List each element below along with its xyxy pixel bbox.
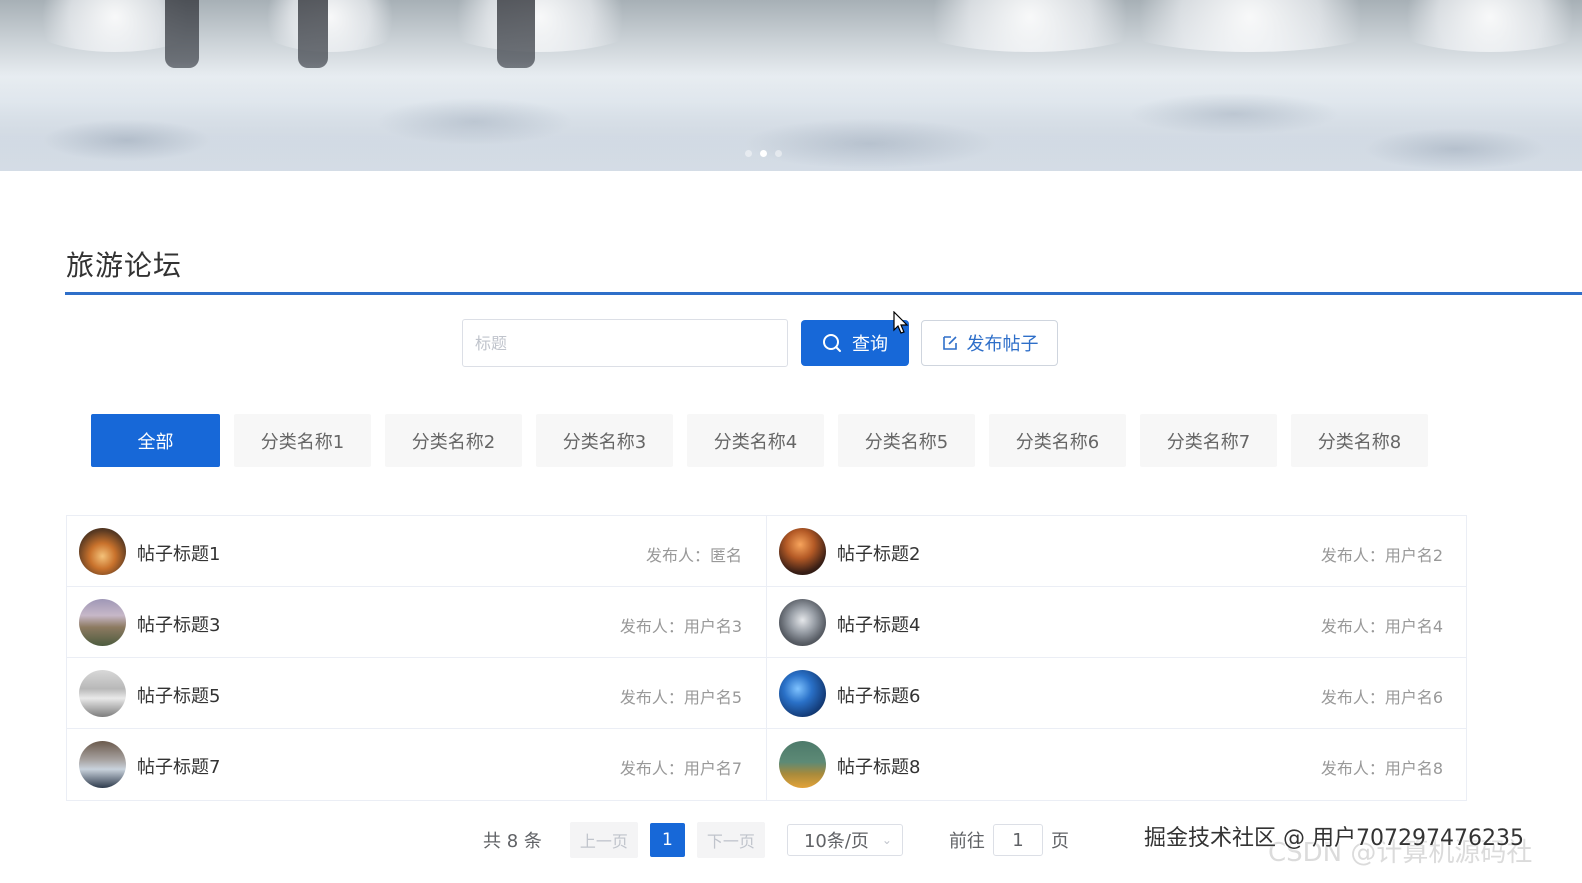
post-title[interactable]: 帖子标题1 (137, 540, 220, 566)
post-avatar (79, 741, 126, 788)
banner-frost (1380, 0, 1582, 52)
category-tab-3[interactable]: 分类名称3 (536, 414, 673, 467)
goto-label: 前往 (948, 831, 985, 852)
page-size-select[interactable]: 10条/页 ⌄ (786, 824, 903, 856)
banner-frost (430, 0, 650, 52)
post-title[interactable]: 帖子标题3 (137, 611, 220, 637)
post-author: 发布人：匿名 (645, 546, 742, 565)
post-item[interactable]: 帖子标题3 发布人：用户名3 (67, 587, 767, 658)
page-number-current[interactable]: 1 (649, 823, 685, 857)
category-tabs: 全部 分类名称1 分类名称2 分类名称3 分类名称4 分类名称5 分类名称6 分… (91, 414, 1428, 467)
banner-frost (250, 0, 410, 52)
post-author: 发布人：用户名2 (1320, 546, 1443, 565)
post-author: 发布人：用户名8 (1320, 759, 1443, 778)
post-author: 发布人：用户名3 (619, 617, 742, 636)
category-tab-7[interactable]: 分类名称7 (1140, 414, 1277, 467)
post-author: 发布人：用户名5 (619, 688, 742, 707)
pagination-total: 共 8 条 (483, 831, 542, 852)
post-author: 发布人：用户名6 (1320, 688, 1443, 707)
post-avatar (79, 528, 126, 575)
banner-tree (165, 0, 199, 68)
post-avatar (779, 670, 826, 717)
category-tab-1[interactable]: 分类名称1 (234, 414, 371, 467)
category-tab-6[interactable]: 分类名称6 (989, 414, 1126, 467)
post-title[interactable]: 帖子标题8 (837, 753, 920, 779)
category-tab-2[interactable]: 分类名称2 (385, 414, 522, 467)
search-icon (823, 334, 841, 352)
post-avatar (779, 528, 826, 575)
title-divider (65, 292, 1582, 295)
post-item[interactable]: 帖子标题6 发布人：用户名6 (767, 658, 1467, 729)
post-item[interactable]: 帖子标题7 发布人：用户名7 (67, 729, 767, 800)
post-item[interactable]: 帖子标题1 发布人：匿名 (67, 516, 767, 587)
post-item[interactable]: 帖子标题5 发布人：用户名5 (67, 658, 767, 729)
banner-carousel[interactable] (0, 0, 1582, 171)
publish-post-button[interactable]: 发布帖子 (921, 320, 1058, 366)
post-item[interactable]: 帖子标题8 发布人：用户名8 (767, 729, 1467, 800)
page-title: 旅游论坛 (66, 249, 183, 282)
carousel-indicators[interactable] (745, 150, 782, 157)
category-tab-8[interactable]: 分类名称8 (1291, 414, 1428, 467)
carousel-dot[interactable] (745, 150, 752, 157)
next-page-button[interactable]: 下一页 (696, 822, 765, 858)
post-item[interactable]: 帖子标题2 发布人：用户名2 (767, 516, 1467, 587)
edit-icon (942, 336, 957, 350)
post-avatar (779, 599, 826, 646)
carousel-dot-active[interactable] (760, 150, 767, 157)
goto-suffix: 页 (1050, 831, 1069, 852)
post-title[interactable]: 帖子标题2 (837, 540, 920, 566)
publish-post-label: 发布帖子 (966, 334, 1039, 355)
category-tab-all[interactable]: 全部 (91, 414, 220, 467)
banner-tree (298, 0, 328, 68)
post-title[interactable]: 帖子标题6 (837, 682, 920, 708)
post-title[interactable]: 帖子标题7 (137, 753, 220, 779)
carousel-dot[interactable] (775, 150, 782, 157)
banner-frost (1100, 0, 1400, 52)
mouse-cursor-icon (893, 311, 909, 334)
post-title[interactable]: 帖子标题4 (837, 611, 920, 637)
post-author: 发布人：用户名7 (619, 759, 742, 778)
chevron-down-icon: ⌄ (881, 833, 892, 847)
category-tab-5[interactable]: 分类名称5 (838, 414, 975, 467)
pagination: 共 8 条 上一页 1 下一页 10条/页 ⌄ 前往 页 (483, 822, 1069, 858)
post-avatar (79, 670, 126, 717)
post-list: 帖子标题1 发布人：匿名 帖子标题2 发布人：用户名2 帖子标题3 发布人：用户… (66, 515, 1467, 801)
category-tab-4[interactable]: 分类名称4 (687, 414, 824, 467)
post-title[interactable]: 帖子标题5 (137, 682, 220, 708)
search-input[interactable] (462, 319, 788, 367)
banner-tree (497, 0, 535, 68)
banner-snow (0, 61, 1582, 171)
post-avatar (79, 599, 126, 646)
post-item[interactable]: 帖子标题4 发布人：用户名4 (767, 587, 1467, 658)
prev-page-button[interactable]: 上一页 (569, 822, 638, 858)
juejin-watermark: 掘金技术社区 @ 用户707297476235 (1144, 826, 1524, 851)
goto-page-input[interactable] (992, 824, 1043, 856)
query-button-label: 查询 (852, 334, 888, 355)
post-author: 发布人：用户名4 (1320, 617, 1443, 636)
post-avatar (779, 741, 826, 788)
page-size-value: 10条/页 (803, 831, 869, 852)
